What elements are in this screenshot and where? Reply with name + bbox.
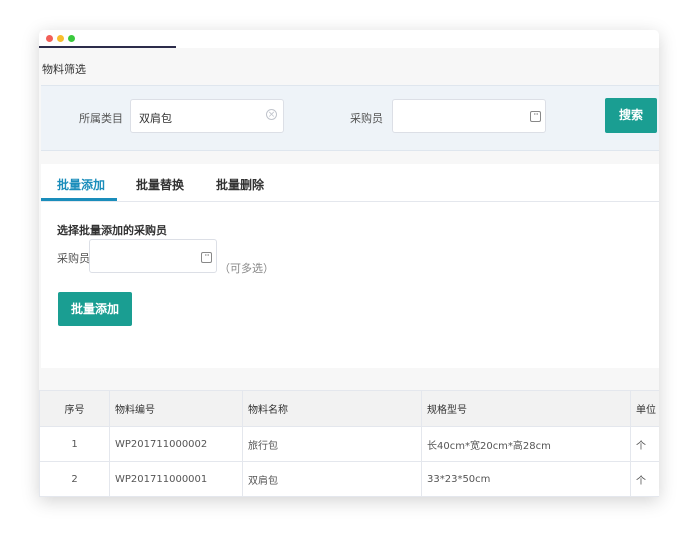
table-cell: 33*23*50cm [421, 461, 631, 497]
search-button[interactable]: 搜索 [605, 98, 657, 133]
table-header-cell: 物料名称 [242, 390, 422, 427]
table-cell: 长40cm*宽20cm*高28cm [421, 426, 631, 462]
window-close-icon[interactable] [46, 35, 53, 42]
materials-table-wrap: 序号 物料编号 物料名称 规格型号 单位 1 WP201711000002 旅行… [39, 390, 659, 497]
buyer-field[interactable]: ··· [392, 99, 546, 133]
browser-window: 物料筛选 所属类目 双肩包 × 采购员 ··· 搜索 批量添加 批量替换 批量删… [39, 30, 659, 497]
table-header-row: 序号 物料编号 物料名称 规格型号 单位 [39, 390, 659, 427]
batch-buyer-field[interactable]: ··· [89, 239, 217, 273]
batch-add-section-title: 选择批量添加的采购员 [57, 224, 167, 237]
batch-add-button[interactable]: 批量添加 [58, 292, 132, 326]
buyer-label: 采购员 [350, 112, 383, 125]
category-select[interactable]: 双肩包 × [130, 99, 284, 133]
table-header-cell: 物料编号 [109, 390, 243, 427]
table-row[interactable]: 2 WP201711000001 双肩包 33*23*50cm 个 [39, 461, 659, 497]
more-icon[interactable]: ··· [201, 252, 212, 263]
page-content: 物料筛选 所属类目 双肩包 × 采购员 ··· 搜索 批量添加 批量替换 批量删… [39, 48, 659, 497]
category-label: 所属类目 [79, 112, 123, 125]
table-header-cell: 规格型号 [421, 390, 631, 427]
window-maximize-icon[interactable] [68, 35, 75, 42]
tab-batch-add[interactable]: 批量添加 [57, 176, 105, 193]
table-row[interactable]: 1 WP201711000002 旅行包 长40cm*宽20cm*高28cm 个 [39, 426, 659, 462]
table-cell: 个 [630, 426, 659, 462]
more-icon[interactable]: ··· [530, 111, 541, 122]
table-cell: WP201711000002 [109, 426, 243, 462]
materials-table: 序号 物料编号 物料名称 规格型号 单位 1 WP201711000002 旅行… [39, 390, 659, 497]
category-value: 双肩包 [139, 112, 172, 125]
tabs-divider [41, 201, 659, 202]
filter-panel: 所属类目 双肩包 × 采购员 ··· 搜索 [41, 85, 659, 151]
table-cell: 个 [630, 461, 659, 497]
table-cell: 1 [39, 426, 110, 462]
table-cell: 2 [39, 461, 110, 497]
tab-batch-delete[interactable]: 批量删除 [216, 176, 264, 193]
table-cell: WP201711000001 [109, 461, 243, 497]
batch-buyer-label: 采购员 [57, 252, 90, 265]
window-titlebar [39, 30, 659, 46]
table-header-cell: 单位 [630, 390, 659, 427]
filter-title: 物料筛选 [42, 63, 86, 76]
table-cell: 双肩包 [242, 461, 422, 497]
clear-icon[interactable]: × [266, 109, 277, 120]
batch-tabs-panel: 批量添加 批量替换 批量删除 选择批量添加的采购员 采购员 ··· （可多选） … [41, 164, 659, 368]
window-minimize-icon[interactable] [57, 35, 64, 42]
table-cell: 旅行包 [242, 426, 422, 462]
multi-select-hint: （可多选） [219, 262, 274, 275]
tab-batch-replace[interactable]: 批量替换 [136, 176, 184, 193]
table-header-cell: 序号 [39, 390, 110, 427]
